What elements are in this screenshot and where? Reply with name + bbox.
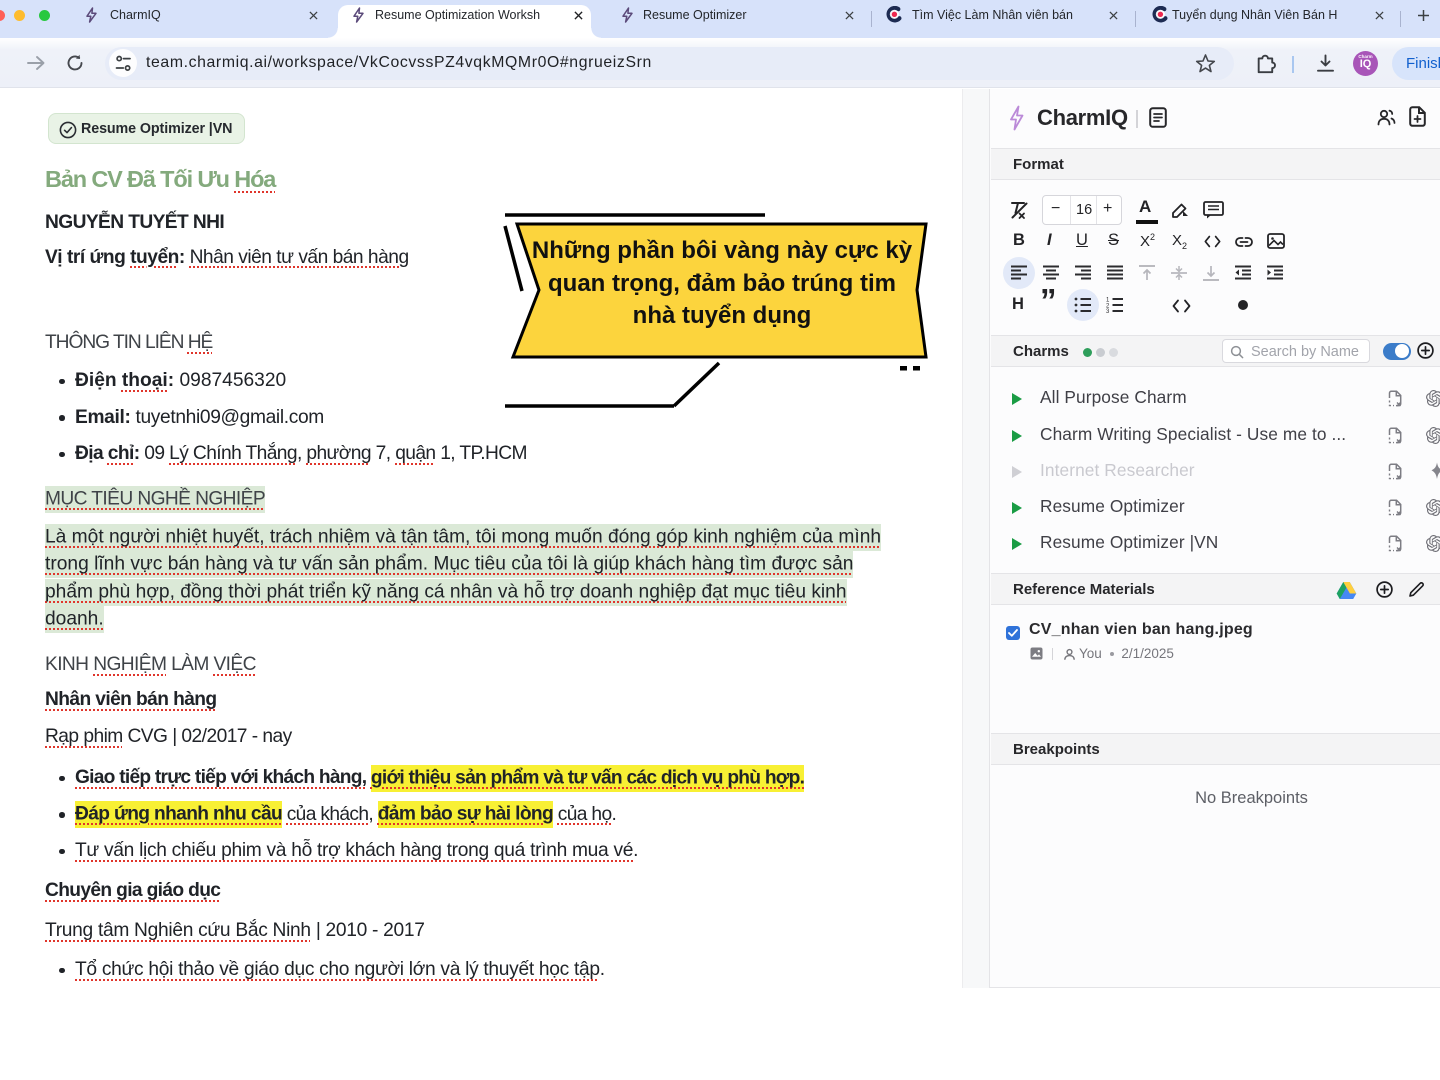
svg-text:3: 3: [1106, 309, 1110, 313]
svg-text:Những phần bôi vàng này cực kỳ: Những phần bôi vàng này cực kỳ: [532, 237, 913, 264]
svg-text:nhà tuyển dụng: nhà tuyển dụng: [633, 302, 812, 329]
svg-text:quan trọng, đảm bảo trúng tim: quan trọng, đảm bảo trúng tim: [548, 270, 896, 297]
